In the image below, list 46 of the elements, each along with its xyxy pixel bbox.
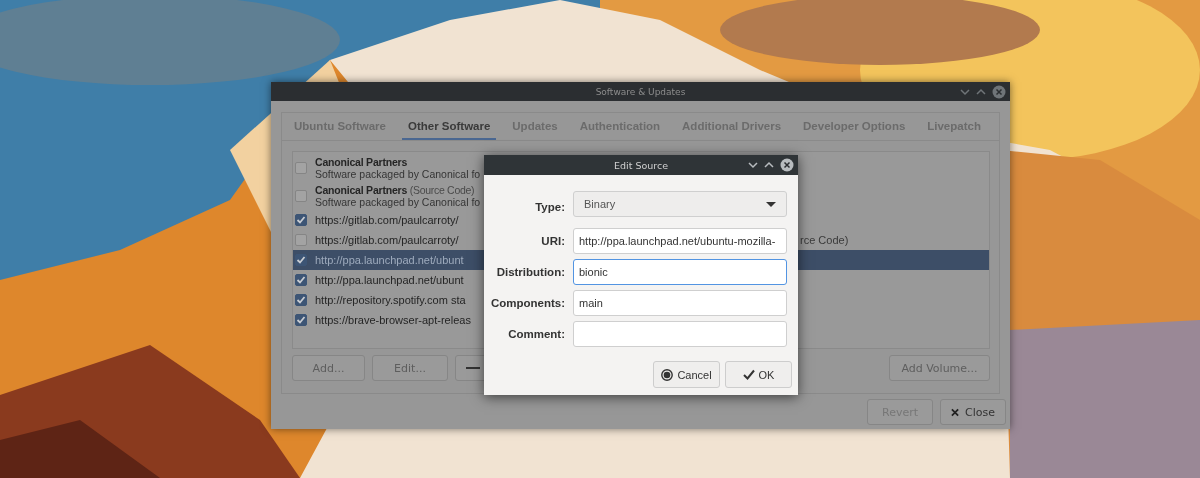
dialog-button[interactable]: Cancel (653, 361, 720, 388)
close-button[interactable] (992, 84, 1006, 99)
source-url[interactable]: https://brave-browser-apt-releas (315, 314, 486, 326)
source-description: Software packaged by Canonical fo (315, 196, 482, 208)
checkbox[interactable] (295, 214, 307, 226)
footer-button[interactable]: Close (940, 399, 1006, 425)
input-field[interactable]: main (573, 290, 787, 316)
cancel-icon (661, 368, 674, 381)
type-dropdown[interactable]: Binary (573, 191, 787, 217)
field-label: Type: (534, 201, 565, 213)
field-label: URI: (540, 235, 565, 247)
dialog-button[interactable]: OK (725, 361, 792, 388)
minus-icon (466, 367, 480, 369)
dialog-title: Edit Source (613, 159, 668, 171)
checkbox[interactable] (295, 314, 307, 326)
input-field[interactable]: http://ppa.launchpad.net/ubuntu-mozilla- (573, 228, 787, 254)
tab[interactable]: Other Software (401, 113, 497, 140)
source-url[interactable]: http://repository.spotify.com sta (315, 294, 486, 306)
input-field[interactable]: bionic (573, 259, 787, 285)
maximize-button[interactable] (764, 160, 774, 170)
source-url[interactable]: http://ppa.launchpad.net/ubunt (315, 254, 486, 266)
minimize-button[interactable] (748, 160, 758, 170)
field-label: Components: (489, 297, 565, 309)
caret-icon (766, 201, 776, 207)
source-url[interactable]: http://ppa.launchpad.net/ubunt (315, 274, 486, 286)
source-url[interactable]: https://gitlab.com/paulcarroty/ (315, 234, 486, 246)
source-url: rce Code) (800, 234, 850, 246)
maximize-button[interactable] (976, 86, 986, 97)
checkbox[interactable] (295, 274, 307, 286)
checkbox[interactable] (295, 294, 307, 306)
field-label: Distribution: (495, 266, 565, 278)
window-title: Software & Updates (595, 86, 686, 97)
checkbox[interactable] (295, 254, 307, 266)
check-icon (742, 369, 755, 380)
checkbox[interactable] (295, 162, 307, 174)
checkbox[interactable] (295, 190, 307, 202)
close-icon (951, 407, 960, 417)
close-button[interactable] (780, 158, 794, 172)
source-title[interactable]: Canonical Partners (315, 156, 486, 168)
source-title[interactable]: Canonical Partners (Source Code) (315, 184, 486, 196)
field-label: Comment: (507, 328, 565, 340)
source-url[interactable]: https://gitlab.com/paulcarroty/ (315, 214, 486, 226)
minimize-button[interactable] (960, 86, 970, 97)
input-field[interactable] (573, 321, 787, 347)
checkbox[interactable] (295, 234, 307, 246)
source-description: Software packaged by Canonical fo (315, 168, 482, 180)
